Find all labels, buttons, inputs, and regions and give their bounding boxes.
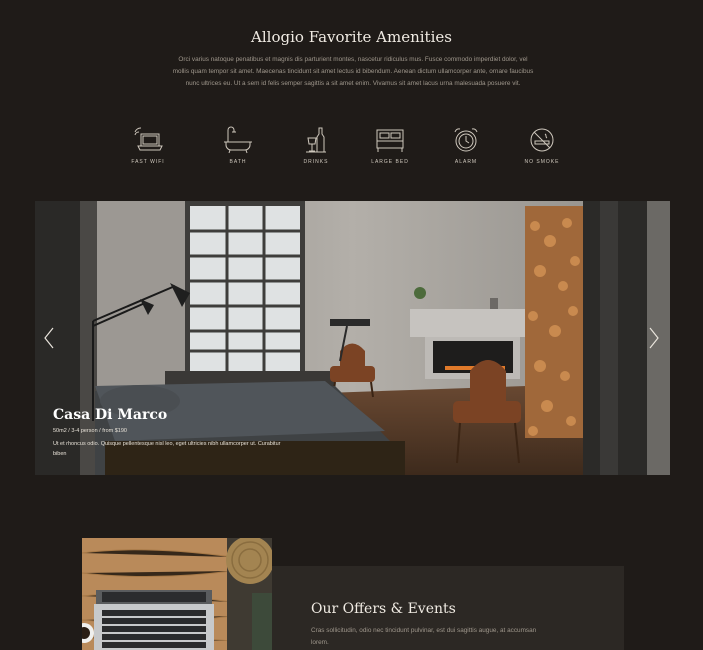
wifi-laptop-icon: [134, 127, 163, 151]
amenities-description: Orci varius natoque penatibus et magnis …: [172, 56, 534, 87]
offers-image: [82, 538, 272, 650]
chevron-right-icon: [649, 327, 659, 349]
offers-text: Cras sollicitudin, odio nec tincidunt pu…: [311, 627, 537, 646]
amenity-drinks: Drinks: [286, 126, 346, 165]
no-smoking-icon: [530, 128, 554, 152]
drinks-icon: [306, 127, 326, 153]
room-meta: 50m2 / 3-4 person / from $190: [53, 428, 127, 434]
slider-prev-button[interactable]: [42, 324, 56, 352]
amenity-label: Alarm: [454, 159, 478, 165]
amenity-large-bed: Large Bed: [360, 126, 420, 165]
slider-next-button[interactable]: [647, 324, 661, 352]
chevron-left-icon: [44, 327, 54, 349]
alarm-clock-icon: [454, 128, 478, 152]
room-description: Ut et rhoncus odio. Quisque pellentesque…: [53, 441, 281, 457]
amenity-alarm: Alarm: [436, 126, 496, 165]
room-caption: Casa Di Marco 50m2 / 3-4 person / from $…: [53, 407, 313, 459]
amenity-label: Drinks: [303, 159, 329, 165]
bathtub-icon: [224, 126, 252, 154]
room-name[interactable]: Casa Di Marco: [53, 407, 313, 423]
amenities-row: Fast Wifi Bath Drinks Large Bed: [110, 126, 604, 172]
amenity-bath: Bath: [208, 126, 268, 165]
amenity-fast-wifi: Fast Wifi: [118, 126, 178, 165]
laptop-desk-photo: [82, 538, 272, 650]
bed-icon: [376, 129, 404, 152]
amenity-label: No Smoke: [524, 159, 560, 165]
offers-title: Our Offers & Events: [311, 601, 456, 617]
amenity-label: Bath: [229, 159, 247, 165]
amenities-title: Allogio Favorite Amenities: [251, 28, 452, 46]
amenity-no-smoke: No Smoke: [512, 126, 572, 165]
amenity-label: Fast Wifi: [131, 159, 165, 165]
amenity-label: Large Bed: [371, 159, 409, 165]
